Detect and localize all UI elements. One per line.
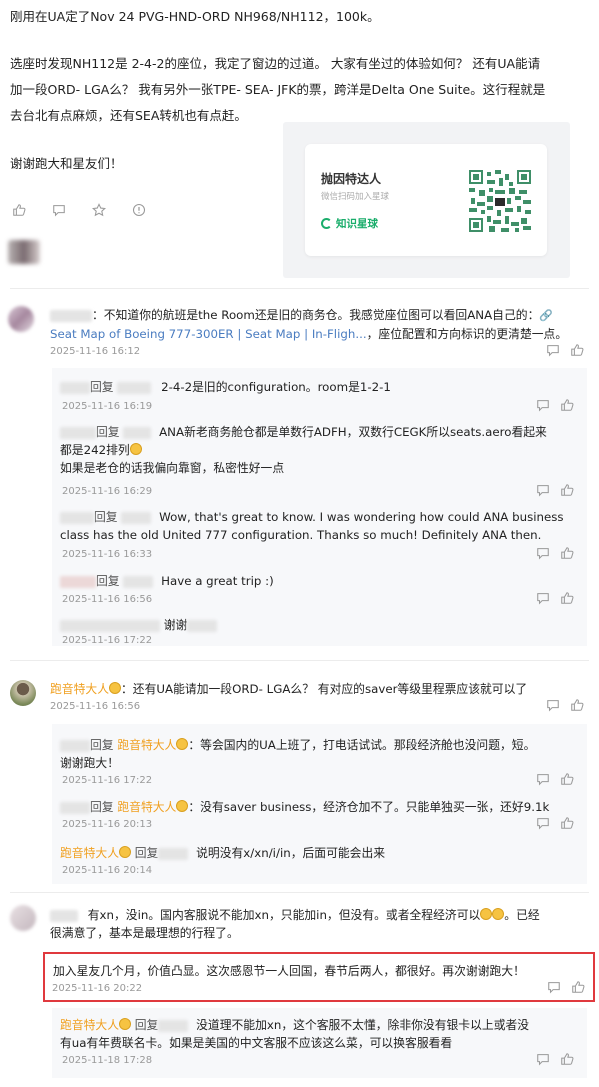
reply-item: 回复 Wow, that's great to know. I was wond… xyxy=(60,510,564,542)
reply-author[interactable] xyxy=(60,801,90,814)
avatar[interactable] xyxy=(10,905,36,931)
reply-item: 跑音特大人 回复 说明没有x/xn/i/in，后面可能会出来 xyxy=(60,846,386,860)
reply-time: 2025-11-16 17:22 xyxy=(62,635,153,646)
reply-author[interactable] xyxy=(60,575,96,588)
like-icon[interactable] xyxy=(12,203,26,217)
reply-author[interactable] xyxy=(60,426,96,439)
post-para-2-line-2: 加一段ORD- LGA么？ 我有另外一张TPE- SEA- JFK的票，跨洋是D… xyxy=(10,82,546,97)
reply-icon[interactable] xyxy=(536,483,550,497)
seat-map-link[interactable]: Seat Map of Boeing 777-300ER | Seat Map … xyxy=(50,327,367,341)
reply-icon[interactable] xyxy=(536,591,550,605)
reply-target[interactable] xyxy=(158,1019,189,1032)
planet-title: 抛因特达人 xyxy=(321,172,382,186)
emoji-icon xyxy=(129,443,142,455)
reply-target[interactable] xyxy=(121,511,152,524)
reply-author[interactable] xyxy=(60,511,94,524)
likers-avatars[interactable] xyxy=(8,240,40,264)
post-para-2-line-1: 选座时发现NH112是 2-4-2的座位，我定了窗边的过道。 大家有坐过的体验如… xyxy=(10,56,541,71)
divider xyxy=(10,892,589,893)
qr-code-icon xyxy=(469,170,531,232)
reply-icon[interactable] xyxy=(536,772,550,786)
planet-card-frame: 抛因特达人 微信扫码加入星球 知识星球 xyxy=(283,122,570,278)
comment-icon[interactable] xyxy=(52,203,66,217)
highlight-time: 2025-11-16 20:22 xyxy=(52,983,143,994)
highlighted-comment: 加入星友几个月，价值凸显。这次感恩节一人回国，春节后两人，都很好。再次谢谢跑大！… xyxy=(43,952,595,1002)
reply-time: 2025-11-16 16:56 xyxy=(62,594,153,605)
like-icon[interactable] xyxy=(560,1052,574,1066)
reply-target[interactable] xyxy=(123,575,154,588)
planet-brand: 知识星球 xyxy=(321,216,378,231)
reply-item: 跑音特大人 回复 没道理不能加xn，这个客服不太懂，除非你没有银卡以上或者没 有… xyxy=(60,1018,530,1050)
avatar[interactable] xyxy=(10,680,36,706)
like-icon[interactable] xyxy=(571,980,585,994)
comment-time: 2025-11-16 16:12 xyxy=(50,346,141,357)
emoji-icon xyxy=(109,682,121,694)
emoji-icon xyxy=(119,846,131,858)
like-icon[interactable] xyxy=(570,343,584,357)
like-icon[interactable] xyxy=(560,772,574,786)
link-icon: 🔗 xyxy=(539,309,554,322)
highlight-text: 加入星友几个月，价值凸显。这次感恩节一人回国，春节后两人，都很好。再次谢谢跑大！ xyxy=(53,964,525,978)
commenter-avatar[interactable] xyxy=(8,306,34,332)
reply-thread: 跑音特大人 回复 没道理不能加xn，这个客服不太懂，除非你没有银卡以上或者没 有… xyxy=(52,1008,587,1078)
reply-time: 2025-11-18 17:28 xyxy=(62,1055,153,1066)
comment-2: 跑音特大人 ：还有UA能请加一段ORD- LGA么？ 有对应的saver等级里程票… xyxy=(50,682,528,696)
reply-author[interactable] xyxy=(60,739,90,752)
reply-target[interactable] xyxy=(117,381,152,394)
like-icon[interactable] xyxy=(560,398,574,412)
emoji-icon xyxy=(480,908,493,920)
divider xyxy=(10,288,589,289)
like-icon[interactable] xyxy=(570,698,584,712)
reply-item: 回复 ANA新老商务舱仓都是单数行ADFH，双数行CEGK所以seats.aer… xyxy=(60,425,547,475)
reply-target[interactable] xyxy=(158,847,189,860)
reply-time: 2025-11-16 16:29 xyxy=(62,486,153,497)
reply-time: 2025-11-16 20:13 xyxy=(62,819,153,830)
reply-author[interactable] xyxy=(60,619,160,632)
emoji-icon xyxy=(492,908,505,920)
report-icon[interactable] xyxy=(132,203,146,217)
comment-time: 2025-11-16 16:56 xyxy=(50,701,141,712)
like-icon[interactable] xyxy=(560,591,574,605)
reply-item: 谢谢 xyxy=(60,616,582,634)
emoji-icon xyxy=(176,738,189,750)
reply-time: 2025-11-16 17:22 xyxy=(62,775,153,786)
comment-3: 有xn，没in。国内客服说不能加xn，只能加in，但没有。或者全程经济可以 。已经… xyxy=(50,908,540,940)
reply-icon[interactable] xyxy=(536,546,550,560)
post-actions xyxy=(12,203,146,217)
reply-icon[interactable] xyxy=(536,816,550,830)
reply-item: 回复 跑音特大人 ：等会国内的UA上班了，打电话试试。那段经济舱也没问题，短。 谢… xyxy=(60,738,536,770)
reply-icon[interactable] xyxy=(536,1052,550,1066)
planet-subtitle: 微信扫码加入星球 xyxy=(321,192,390,202)
planet-card[interactable]: 抛因特达人 微信扫码加入星球 知识星球 xyxy=(305,144,547,256)
reply-icon[interactable] xyxy=(547,980,561,994)
star-icon[interactable] xyxy=(92,203,106,217)
reply-time: 2025-11-16 20:14 xyxy=(62,865,153,876)
reply-thread: 回复 2-4-2是旧的configuration。room是1-2-1 2025… xyxy=(52,368,587,646)
like-icon[interactable] xyxy=(560,546,574,560)
commenter-name[interactable]: 跑音特大人 xyxy=(50,682,109,696)
post-line-1: 刚用在UA定了Nov 24 PVG-HND-ORD NH968/NH112，10… xyxy=(10,9,380,24)
reply-time: 2025-11-16 16:33 xyxy=(62,549,153,560)
like-icon[interactable] xyxy=(560,816,574,830)
reply-target[interactable] xyxy=(123,426,152,439)
like-icon[interactable] xyxy=(560,483,574,497)
comment-1: ：不知道你的航班是the Room还是旧的商务仓。我感觉座位图可以看回ANA自己… xyxy=(50,308,568,341)
emoji-icon xyxy=(119,1018,131,1030)
commenter-name[interactable] xyxy=(50,309,92,322)
reply-author[interactable] xyxy=(60,381,90,394)
emoji-icon xyxy=(176,800,189,812)
planet-logo-icon xyxy=(321,218,332,229)
reply-item: 回复 2-4-2是旧的configuration。room是1-2-1 xyxy=(60,378,580,396)
reply-item: 回复 Have a great trip :) xyxy=(60,572,582,590)
reply-thread: 回复 跑音特大人 ：等会国内的UA上班了，打电话试试。那段经济舱也没问题，短。 谢… xyxy=(52,724,587,884)
reply-icon[interactable] xyxy=(546,343,560,357)
reply-icon[interactable] xyxy=(536,398,550,412)
reply-icon[interactable] xyxy=(546,698,560,712)
reply-item: 回复 跑音特大人 ：没有saver business，经济仓加不了。只能单独买一张… xyxy=(60,798,582,816)
reply-time: 2025-11-16 16:19 xyxy=(62,401,153,412)
divider xyxy=(10,660,589,661)
commenter-name[interactable] xyxy=(50,909,78,922)
